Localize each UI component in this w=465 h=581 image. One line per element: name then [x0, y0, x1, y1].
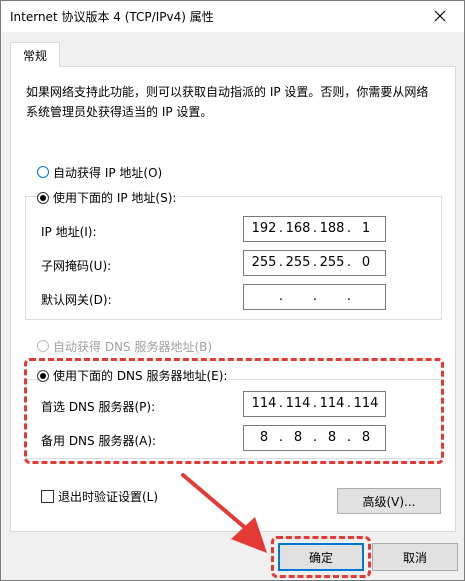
subnet-mask-label: 子网掩码(U): — [41, 259, 112, 273]
advanced-button-label: 高级(V)... — [362, 494, 416, 509]
ip-octet-4: 1 — [361, 221, 371, 236]
ip-octet-3: 188 — [319, 221, 345, 236]
ip-dot: . — [346, 289, 352, 304]
ip-address-input[interactable]: 192 . 168 . 188 . 1 — [243, 216, 386, 242]
manual-ip-label[interactable]: 使用下面的 IP 地址(S): — [51, 189, 179, 206]
description-text: 如果网络支持此功能，则可以获取自动指派的 IP 设置。否则，你需要从网络系统管理… — [26, 85, 429, 119]
tab-general[interactable]: 常规 — [10, 42, 60, 67]
validate-label[interactable]: 退出时验证设置(L) — [58, 488, 158, 505]
mask-octet-1: 255 — [251, 255, 277, 270]
mask-octet-2: 255 — [285, 255, 311, 270]
mask-octet-4: 0 — [361, 255, 371, 270]
cancel-button[interactable]: 取消 — [372, 543, 458, 571]
ip-dot: . — [312, 289, 318, 304]
dns-highlight-annotation — [24, 358, 444, 464]
advanced-button[interactable]: 高级(V)... — [337, 488, 441, 514]
subnet-mask-input[interactable]: 255 . 255 . 255 . 0 — [243, 250, 386, 276]
auto-dns-radio — [37, 340, 49, 352]
cancel-button-label: 取消 — [402, 550, 427, 565]
ip-address-label: IP 地址(I): — [41, 225, 97, 239]
title-bar[interactable]: Internet 协议版本 4 (TCP/IPv4) 属性 — [1, 1, 464, 32]
gateway-input[interactable]: . . . — [243, 284, 386, 310]
ok-highlight-annotation — [271, 536, 371, 578]
window-title: Internet 协议版本 4 (TCP/IPv4) 属性 — [10, 10, 214, 24]
tab-general-label: 常规 — [22, 48, 47, 63]
ip-octet-1: 192 — [251, 221, 277, 236]
ip-dot: . — [278, 289, 284, 304]
close-icon — [434, 10, 446, 22]
gateway-label: 默认网关(D): — [41, 293, 112, 307]
dialog-window: Internet 协议版本 4 (TCP/IPv4) 属性 常规 如果网络支持此… — [0, 0, 465, 581]
arrow-annotation-icon — [181, 473, 267, 553]
validate-checkbox[interactable] — [41, 490, 54, 503]
auto-dns-label: 自动获得 DNS 服务器地址(B) — [53, 340, 213, 354]
auto-ip-label[interactable]: 自动获得 IP 地址(O) — [53, 164, 162, 181]
ip-octet-2: 168 — [285, 221, 311, 236]
mask-octet-3: 255 — [319, 255, 345, 270]
auto-ip-radio[interactable] — [37, 166, 49, 178]
manual-ip-radio[interactable] — [37, 192, 49, 204]
close-button[interactable] — [418, 1, 462, 31]
